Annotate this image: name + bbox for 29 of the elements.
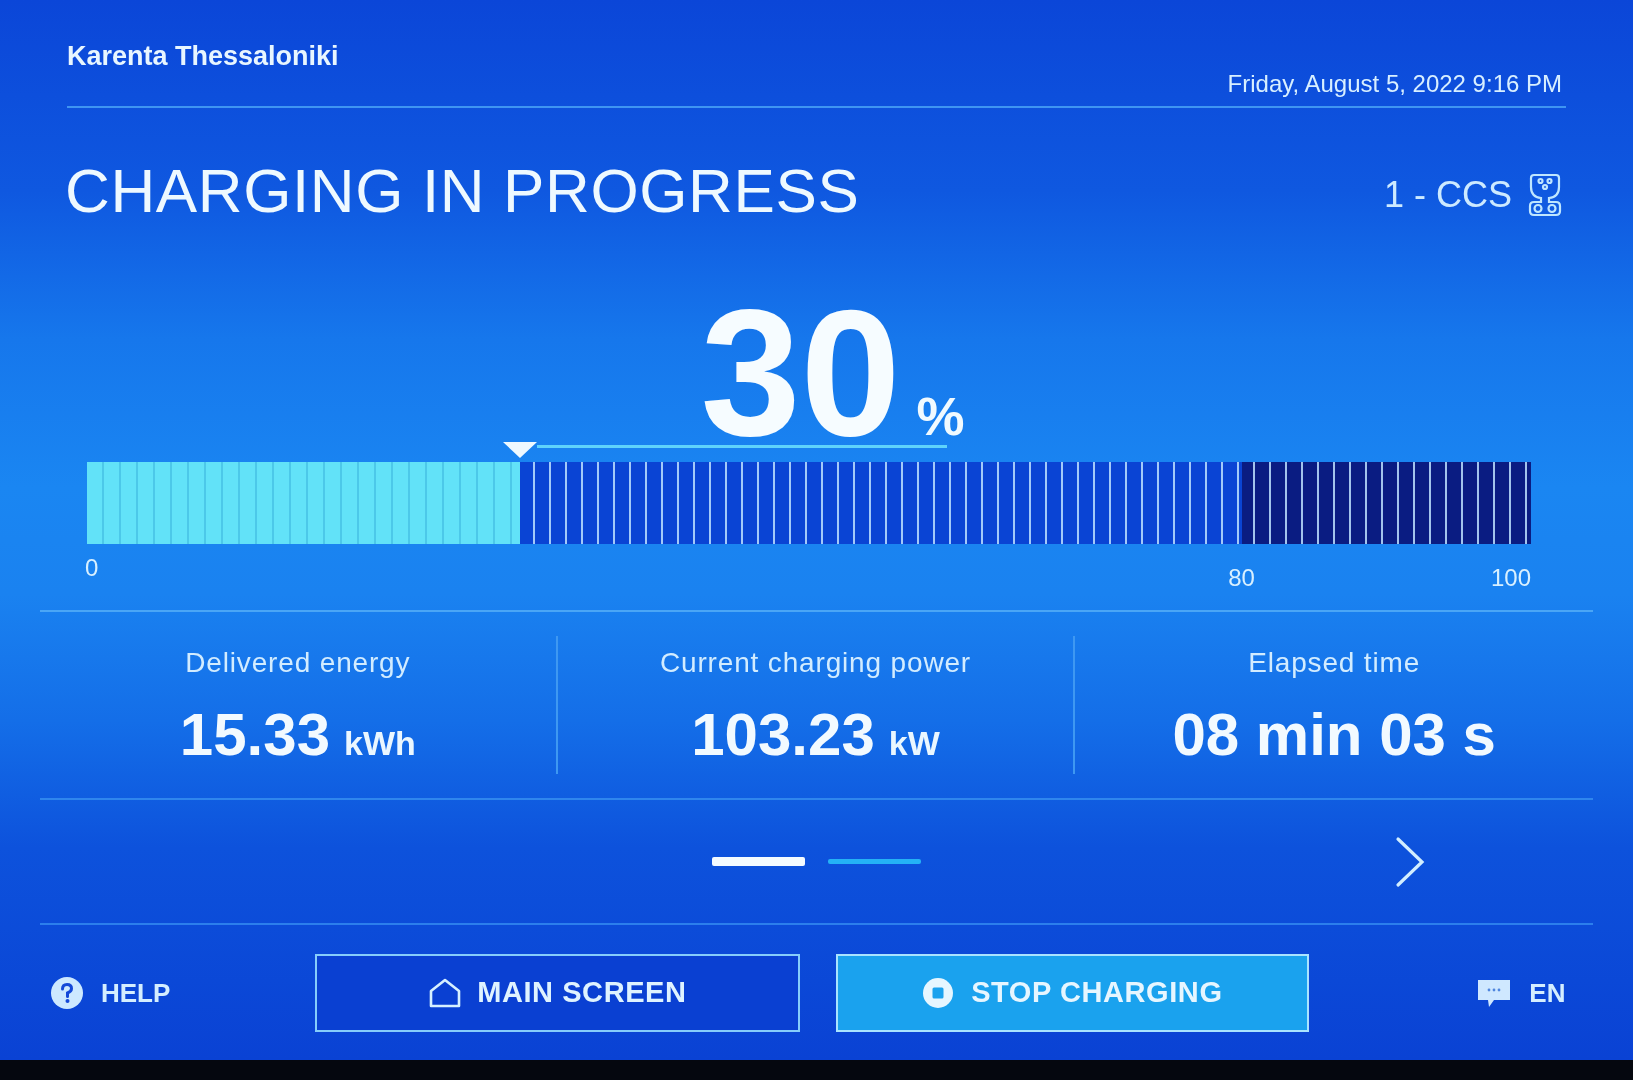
charge-percentage: 30 xyxy=(700,305,901,440)
chevron-right-icon[interactable] xyxy=(1395,835,1425,888)
help-icon xyxy=(51,977,83,1009)
help-button[interactable]: HELP xyxy=(51,973,171,1013)
chat-icon xyxy=(1477,978,1512,1008)
site-name: Karenta Thessaloniki xyxy=(67,40,339,72)
stat-label: Current charging power xyxy=(659,647,972,679)
page-indicator[interactable] xyxy=(828,859,921,864)
scale-label: 80 xyxy=(1228,563,1255,593)
house-icon xyxy=(429,978,462,1008)
stat-unit: kWh xyxy=(344,726,416,760)
level-marker-icon xyxy=(503,442,538,458)
stat-unit: kW xyxy=(888,726,940,760)
language-button[interactable]: EN xyxy=(1477,973,1566,1013)
main-screen-button[interactable]: MAIN SCREEN xyxy=(315,954,801,1032)
connector-label: 1 - CCS xyxy=(1383,177,1512,213)
stop-icon xyxy=(923,978,954,1008)
page-indicator[interactable] xyxy=(712,857,805,866)
scale-label: 0 xyxy=(85,553,99,583)
stat-value: 08 min 03 s xyxy=(1172,705,1496,765)
page-title: CHARGING IN PROGRESS xyxy=(65,160,860,222)
date-time: Friday, August 5, 2022 9:16 PM xyxy=(1227,70,1562,98)
scale-label: 100 xyxy=(1490,563,1531,593)
stat-value: 15.33 xyxy=(179,705,330,765)
percent-unit: % xyxy=(916,389,965,443)
stat-label: Delivered energy xyxy=(185,647,411,679)
connector-plug-icon xyxy=(1528,173,1562,217)
stat-value: 103.23 xyxy=(691,705,875,765)
stat-label: Elapsed time xyxy=(1248,647,1421,679)
